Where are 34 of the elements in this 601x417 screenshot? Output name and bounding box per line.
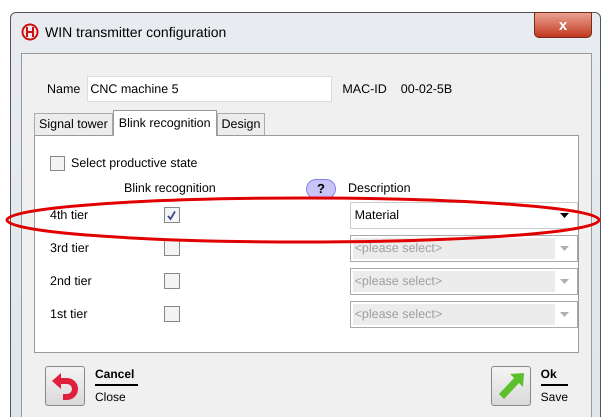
mac-id-value: 00-02-5B [400, 80, 452, 98]
mac-id-label: MAC-ID [342, 80, 387, 98]
cancel-button[interactable] [45, 366, 85, 406]
column-header: Description [348, 180, 411, 198]
forward-arrow-icon [496, 370, 525, 400]
dropdown-arrow-icon [560, 212, 570, 218]
checkmark-icon [166, 210, 178, 221]
checkbox-label: Select productive state [71, 155, 198, 172]
name-field[interactable]: CNC machine 5 [87, 76, 332, 102]
help-bubble[interactable]: ? [306, 178, 336, 199]
button-subtitle: Save [540, 389, 568, 406]
app-logo-icon [21, 23, 39, 41]
row-label: 2nd tier [50, 272, 93, 290]
undo-arrow-icon [51, 370, 79, 400]
row-label: 1st tier [50, 306, 89, 323]
tab[interactable]: Blink recognition [112, 110, 217, 136]
dropdown-arrow-icon [560, 312, 570, 317]
tab[interactable]: Design [216, 113, 266, 135]
window-title: WIN transmitter configuration [45, 22, 226, 42]
column-header: Blink recognition [124, 180, 217, 198]
tab[interactable]: Signal tower [34, 113, 113, 135]
dropdown-arrow-icon [560, 246, 570, 251]
checkbox[interactable] [164, 207, 180, 224]
button-title: Ok [540, 365, 568, 386]
dropdown-arrow-icon [560, 278, 570, 284]
name-label: Name [47, 80, 80, 98]
button-subtitle: Close [95, 389, 127, 406]
description-dropdown[interactable]: Material [350, 202, 578, 229]
row-label: 3rd tier [50, 240, 90, 257]
close-button[interactable]: x [534, 12, 592, 38]
checkbox[interactable] [50, 156, 65, 171]
ok-button[interactable] [490, 366, 531, 406]
row-label: 4th tier [50, 206, 90, 224]
button-title: Cancel [95, 365, 138, 386]
